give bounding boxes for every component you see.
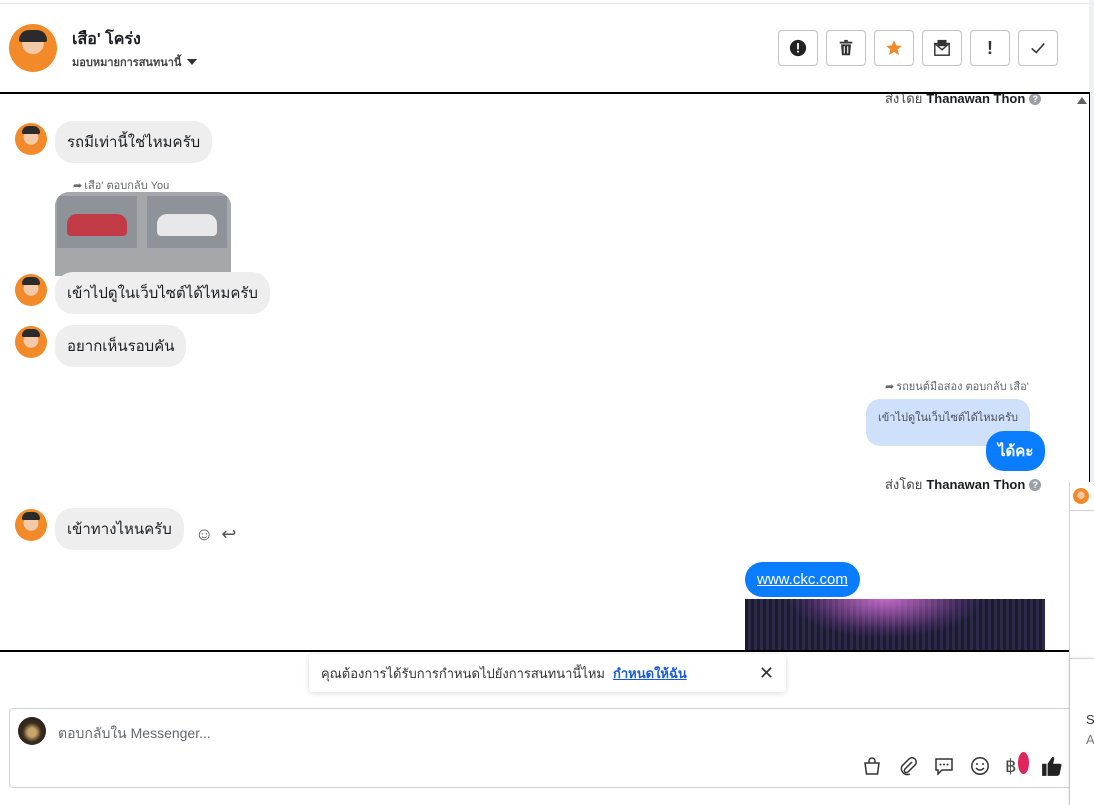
assign-label: มอบหมายการสนทนานี้ xyxy=(72,57,182,69)
incoming-message[interactable]: อยากเห็นรอบคัน xyxy=(55,325,187,367)
assign-conversation-dropdown[interactable]: มอบหมายการสนทนานี้ xyxy=(72,53,198,71)
star-button[interactable] xyxy=(874,30,914,66)
alert-button[interactable] xyxy=(778,30,818,66)
like-icon[interactable] xyxy=(1041,755,1063,777)
chevron-down-icon xyxy=(187,59,198,65)
notification-dot xyxy=(1018,752,1029,774)
help-icon[interactable]: ? xyxy=(1029,478,1042,491)
incoming-message[interactable]: รถมีเท่านี้ใช่ไหมครับ xyxy=(55,121,213,163)
divider xyxy=(1070,510,1094,511)
composer-tools: ฿ xyxy=(861,752,1063,777)
conversation-toolbar: ! xyxy=(778,30,1058,66)
top-border xyxy=(0,0,1090,4)
assign-to-me-link[interactable]: กำหนดให้ฉัน xyxy=(613,663,687,684)
star-icon xyxy=(886,40,902,56)
side-text-1: Se xyxy=(1086,712,1094,727)
alert-circle-icon xyxy=(789,39,807,57)
incoming-message[interactable]: เข้าทางไหนครับ xyxy=(55,508,184,550)
paperclip-icon[interactable] xyxy=(897,755,919,777)
mark-unread-button[interactable] xyxy=(922,30,962,66)
message-composer: ตอบกลับใน Messenger... ฿ xyxy=(9,708,1074,788)
outgoing-message[interactable]: ได้คะ xyxy=(986,431,1046,471)
important-icon: ! xyxy=(987,37,993,58)
conversation-header: เสือ' โคร่ง มอบหมายการสนทนานี้ ! xyxy=(0,5,1089,92)
side-panel: Se A xyxy=(1069,482,1094,805)
sender-avatar[interactable] xyxy=(15,326,47,358)
saved-reply-icon[interactable] xyxy=(933,755,955,777)
sender-avatar[interactable] xyxy=(15,509,47,541)
message-actions: ☺ ↩ xyxy=(195,524,236,545)
car-image-2 xyxy=(147,196,227,248)
delete-button[interactable] xyxy=(826,30,866,66)
sent-by-label: ส่งโดย Thanawan Thon ? xyxy=(885,474,1042,495)
scroll-up-arrow[interactable] xyxy=(1077,97,1087,104)
close-icon[interactable]: ✕ xyxy=(759,663,774,684)
incoming-message[interactable]: เข้าไปดูในเว็บไซต์ได้ไหมครับ xyxy=(55,272,270,314)
side-text-2: A xyxy=(1086,732,1094,747)
link-preview-image[interactable] xyxy=(745,599,1045,650)
mark-unread-icon xyxy=(934,39,950,56)
contact-name[interactable]: เสือ' โคร่ง xyxy=(72,27,141,52)
check-icon xyxy=(1031,42,1045,54)
sender-avatar[interactable] xyxy=(15,123,47,155)
outgoing-reply-meta: ➦ รถยนต์มือสอง ตอบกลับ เสือ' xyxy=(885,380,1029,394)
sender-avatar[interactable] xyxy=(15,274,47,306)
assign-banner: คุณต้องการได้รับการกำหนดไปยังการสนทนานี้… xyxy=(309,654,786,692)
outgoing-link-message[interactable]: www.ckc.com xyxy=(745,562,860,597)
replied-image-card[interactable] xyxy=(55,192,231,276)
car-image-1 xyxy=(57,196,137,248)
shopping-bag-icon[interactable] xyxy=(861,755,883,777)
reply-icon[interactable]: ↩ xyxy=(221,524,236,545)
sent-by-label-top: ส่งโดย Thanawan Thon ? xyxy=(885,94,1042,109)
reply-input[interactable]: ตอบกลับใน Messenger... xyxy=(58,723,211,745)
reply-arrow-icon: ➦ xyxy=(885,380,895,393)
mini-avatar[interactable] xyxy=(1073,488,1089,504)
reply-arrow-icon: ➦ xyxy=(73,179,83,192)
important-button[interactable]: ! xyxy=(970,30,1010,66)
emoji-icon[interactable] xyxy=(969,755,991,777)
trash-icon xyxy=(839,39,853,56)
help-icon[interactable]: ? xyxy=(1029,94,1042,105)
emoji-react-icon[interactable]: ☺ xyxy=(195,524,213,545)
page-avatar xyxy=(18,717,46,745)
assign-banner-text: คุณต้องการได้รับการกำหนดไปยังการสนทนานี้… xyxy=(321,665,605,681)
done-button[interactable] xyxy=(1018,30,1058,66)
message-thread[interactable]: ส่งโดย Thanawan Thon ? รถมีเท่านี้ใช่ไหม… xyxy=(0,92,1090,652)
contact-avatar[interactable] xyxy=(9,24,57,72)
payment-icon[interactable]: ฿ xyxy=(1005,752,1029,777)
